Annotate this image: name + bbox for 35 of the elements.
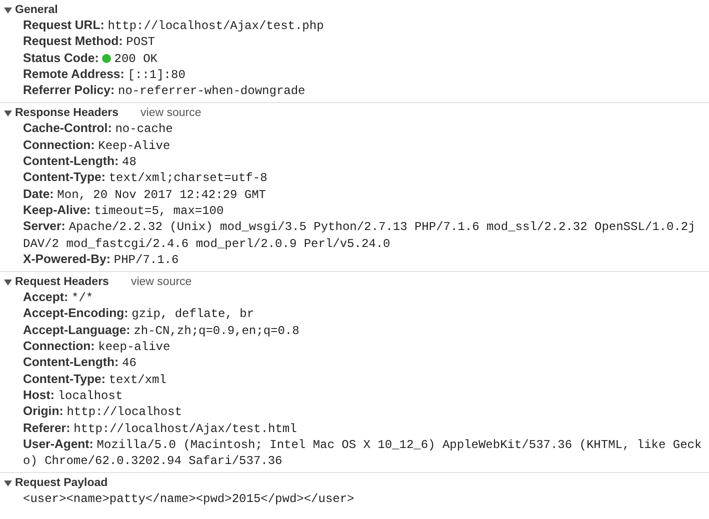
header-line: Server: Apache/2.2.32 (Unix) mod_wsgi/3.5 Python/2.7.13 PHP/7.1.6 mod_ssl/2.2.32 OpenSSL/1.0.2j DAV/2 mod_fastcgi/2.4.6 mod_perl/2.0.9 Perl/v5.24.0	[23, 219, 696, 252]
header-line: Referer: http://localhost/Ajax/test.html	[23, 420, 298, 437]
section-title[interactable]: Request Headers	[15, 276, 109, 288]
header-name: Status Code:	[23, 50, 99, 65]
section-title[interactable]: Request Payload	[15, 476, 108, 489]
header-line: Host: localhost	[23, 388, 124, 404]
section-title[interactable]: Response Headers	[15, 106, 119, 119]
caret-icon[interactable]	[4, 108, 12, 117]
view-source-link[interactable]: view source	[140, 106, 202, 119]
header-line: Accept: */*	[23, 290, 94, 306]
header-value: 200 OK	[114, 52, 158, 66]
header-line: Keep-Alive: timeout=5, max=100	[23, 202, 225, 220]
header-line: Connection: keep-alive	[23, 339, 172, 356]
payload-text: <user><name>patty</name><pwd>2015</pwd></user>	[23, 491, 356, 508]
header-line: Cache-Control: no-cache	[23, 121, 174, 138]
header-line: Accept-Encoding: gzip, deflate, br	[23, 306, 256, 323]
header-line: Request Method: POST	[23, 34, 156, 51]
caret-icon[interactable]	[4, 278, 12, 286]
header-line: Referrer Policy: no-referrer-when-downgrade	[23, 83, 306, 100]
view-source-link[interactable]: view source	[130, 276, 192, 288]
header-line: Accept-Language: zh-CN,zh;q=0.9,en;q=0.8	[23, 322, 300, 340]
header-line: Remote Address: [::1]:80	[23, 66, 186, 84]
header-line: Request URL: http://localhost/Ajax/test.php	[23, 18, 325, 34]
header-line: Content-Length: 48	[23, 154, 138, 170]
header-line: Content-Type: text/xml;charset=utf-8	[23, 170, 268, 187]
header-line: User-Agent: Mozilla/5.0 (Macintosh; Intel Mac OS X 10_12_6) AppleWebKit/537.36 (KHTML, like Gecko) Chrome/62.0.3202.94 Safari/537.36	[23, 436, 703, 470]
header-line: Content-Length: 46	[23, 355, 138, 372]
header-line: X-Powered-By: PHP/7.1.6	[23, 252, 180, 268]
header-line: Content-Type: text/xml	[23, 372, 168, 388]
caret-icon[interactable]	[4, 6, 12, 14]
header-line: Connection: Keep-Alive	[23, 138, 172, 154]
header-line: Origin: http://localhost	[23, 404, 183, 421]
section-title[interactable]: General	[15, 4, 58, 16]
caret-icon[interactable]	[4, 478, 12, 487]
header-line: Date: Mon, 20 Nov 2017 12:42:29 GMT	[23, 186, 268, 203]
